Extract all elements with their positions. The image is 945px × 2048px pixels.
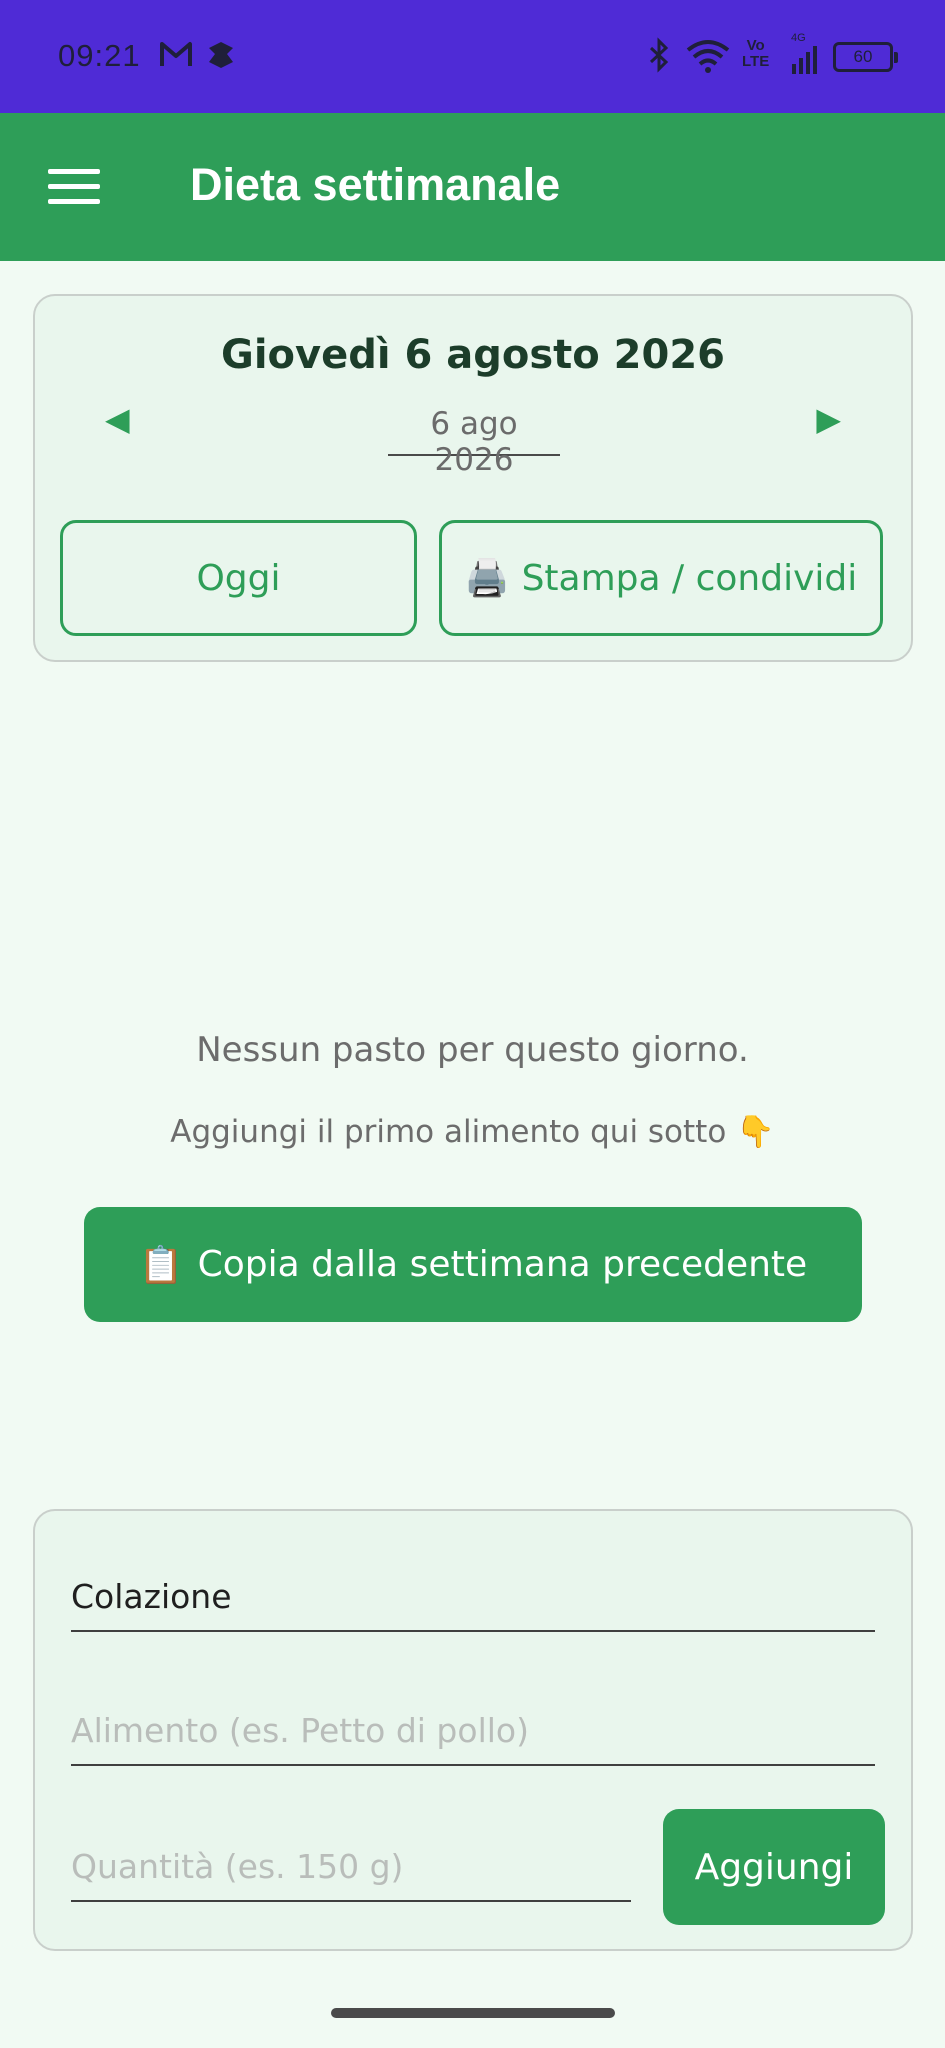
- today-label: Oggi: [196, 557, 281, 599]
- battery-icon: 60: [833, 42, 898, 72]
- printer-icon: 🖨️: [464, 558, 510, 599]
- add-button[interactable]: Aggiungi: [663, 1809, 885, 1925]
- app-bar: Dieta settimanale: [0, 113, 945, 261]
- prev-day-icon[interactable]: ◀: [105, 400, 130, 438]
- food-input[interactable]: Alimento (es. Petto di pollo): [71, 1711, 875, 1766]
- volte-top: Vo: [746, 37, 765, 54]
- print-share-button[interactable]: 🖨️ Stampa / condividi: [439, 520, 883, 636]
- signal-icon: [792, 46, 817, 74]
- page-title: Dieta settimanale: [190, 159, 561, 210]
- volte-icon: Vo LTE: [742, 38, 769, 70]
- add-food-form: Colazione Alimento (es. Petto di pollo) …: [33, 1509, 913, 1951]
- status-time: 09:21: [58, 38, 141, 73]
- volte-bottom: LTE: [742, 53, 770, 70]
- next-day-icon[interactable]: ▶: [816, 400, 841, 438]
- hamburger-icon[interactable]: [48, 169, 100, 205]
- meal-select[interactable]: Colazione: [71, 1577, 875, 1632]
- copy-previous-week-button[interactable]: 📋 Copia dalla settimana precedente: [84, 1207, 862, 1322]
- bluetooth-icon: [649, 37, 669, 73]
- empty-hint: Aggiungi il primo alimento qui sotto 👇: [170, 1114, 775, 1150]
- today-button[interactable]: Oggi: [60, 520, 417, 636]
- gmail-icon: [160, 42, 192, 66]
- wifi-icon: [686, 40, 730, 73]
- copy-previous-week-label: Copia dalla settimana precedente: [197, 1244, 808, 1285]
- status-bar: 09:21 Vo LTE 4G 60: [0, 0, 945, 113]
- full-date: Giovedì 6 agosto 2026: [220, 332, 726, 378]
- home-indicator[interactable]: [331, 2008, 615, 2018]
- app-icon: [209, 42, 233, 68]
- date-picker-field[interactable]: 6 ago 2026: [388, 406, 560, 478]
- clipboard-icon: 📋: [138, 1244, 184, 1286]
- empty-message: Nessun pasto per questo giorno.: [196, 1030, 749, 1070]
- quantity-input[interactable]: Quantità (es. 150 g): [71, 1847, 631, 1902]
- network-type: 4G: [791, 32, 806, 44]
- date-card: Giovedì 6 agosto 2026 ◀ 6 ago 2026 ▶ Ogg…: [33, 294, 913, 662]
- print-share-label: Stampa / condividi: [521, 557, 858, 599]
- add-label: Aggiungi: [694, 1846, 854, 1888]
